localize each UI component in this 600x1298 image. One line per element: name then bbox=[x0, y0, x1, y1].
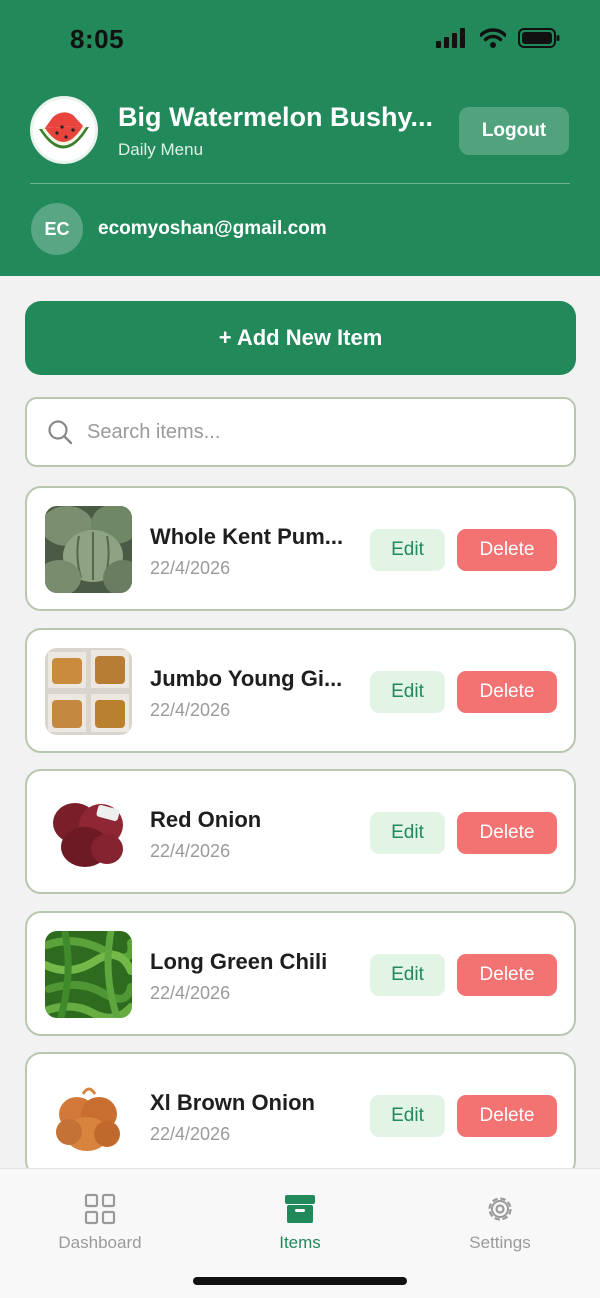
green-chili-image bbox=[45, 931, 132, 1018]
item-name: Jumbo Young Gi... bbox=[150, 666, 343, 691]
gear-icon bbox=[488, 1197, 512, 1221]
item-card: Red Onion 22/4/2026 Edit Delete bbox=[25, 769, 576, 894]
avatar: EC bbox=[31, 203, 83, 255]
item-date: 22/4/2026 bbox=[150, 841, 231, 861]
delete-button[interactable]: Delete bbox=[457, 529, 557, 571]
status-time: 8:05 bbox=[70, 24, 125, 54]
add-new-item-button[interactable]: + Add New Item bbox=[25, 301, 576, 375]
delete-button[interactable]: Delete bbox=[457, 812, 557, 854]
edit-button[interactable]: Edit bbox=[370, 1095, 445, 1137]
edit-button[interactable]: Edit bbox=[370, 812, 445, 854]
home-indicator bbox=[193, 1277, 407, 1285]
item-thumbnail-green-chili bbox=[45, 931, 132, 1018]
item-name: Whole Kent Pum... bbox=[150, 524, 344, 549]
tab-label: Items bbox=[279, 1233, 321, 1252]
store-logo bbox=[30, 96, 98, 164]
ginger-image bbox=[45, 648, 132, 735]
item-thumbnail-pumpkin bbox=[45, 506, 132, 593]
item-name: Xl Brown Onion bbox=[150, 1090, 315, 1115]
app-header: 8:05 Big Watermelon Bushy... Daily Menu … bbox=[0, 0, 600, 276]
grid-icon bbox=[84, 1193, 116, 1225]
signal-icon bbox=[436, 28, 465, 48]
header-divider bbox=[30, 183, 570, 184]
logout-button[interactable]: Logout bbox=[459, 107, 569, 155]
item-card: Jumbo Young Gi... 22/4/2026 Edit Delete bbox=[25, 628, 576, 753]
search-icon bbox=[48, 420, 73, 445]
delete-button[interactable]: Delete bbox=[457, 954, 557, 996]
edit-button[interactable]: Edit bbox=[370, 671, 445, 713]
item-thumbnail-ginger bbox=[45, 648, 132, 735]
search-input[interactable] bbox=[87, 420, 527, 444]
item-card: Long Green Chili 22/4/2026 Edit Delete bbox=[25, 911, 576, 1036]
item-card: Xl Brown Onion 22/4/2026 Edit Delete bbox=[25, 1052, 576, 1177]
store-name: Big Watermelon Bushy... bbox=[118, 102, 434, 132]
item-date: 22/4/2026 bbox=[150, 700, 231, 720]
pumpkin-image bbox=[45, 506, 132, 593]
tab-items[interactable]: Items bbox=[220, 1193, 380, 1253]
battery-icon bbox=[518, 28, 560, 48]
item-thumbnail-brown-onion bbox=[45, 1072, 132, 1159]
item-name: Long Green Chili bbox=[150, 949, 328, 974]
tab-settings[interactable]: Settings bbox=[420, 1193, 580, 1253]
wifi-icon bbox=[480, 28, 506, 48]
item-card: Whole Kent Pum... 22/4/2026 Edit Delete bbox=[25, 486, 576, 611]
tab-dashboard[interactable]: Dashboard bbox=[20, 1193, 180, 1253]
store-subtitle: Daily Menu bbox=[118, 140, 204, 159]
user-email: ecomyoshan@gmail.com bbox=[98, 218, 327, 239]
tab-label: Dashboard bbox=[58, 1233, 142, 1252]
item-date: 22/4/2026 bbox=[150, 983, 231, 1003]
edit-button[interactable]: Edit bbox=[370, 529, 445, 571]
edit-button[interactable]: Edit bbox=[370, 954, 445, 996]
item-name: Red Onion bbox=[150, 807, 262, 832]
status-icons bbox=[436, 28, 560, 48]
watermelon-icon bbox=[33, 99, 95, 161]
delete-button[interactable]: Delete bbox=[457, 671, 557, 713]
search-box[interactable] bbox=[25, 397, 576, 467]
brown-onion-image bbox=[45, 1072, 132, 1159]
delete-button[interactable]: Delete bbox=[457, 1095, 557, 1137]
red-onion-image bbox=[45, 789, 132, 876]
tab-label: Settings bbox=[469, 1233, 531, 1252]
item-thumbnail-red-onion bbox=[45, 789, 132, 876]
item-date: 22/4/2026 bbox=[150, 558, 231, 578]
archive-box-icon bbox=[285, 1195, 315, 1223]
item-date: 22/4/2026 bbox=[150, 1124, 231, 1144]
